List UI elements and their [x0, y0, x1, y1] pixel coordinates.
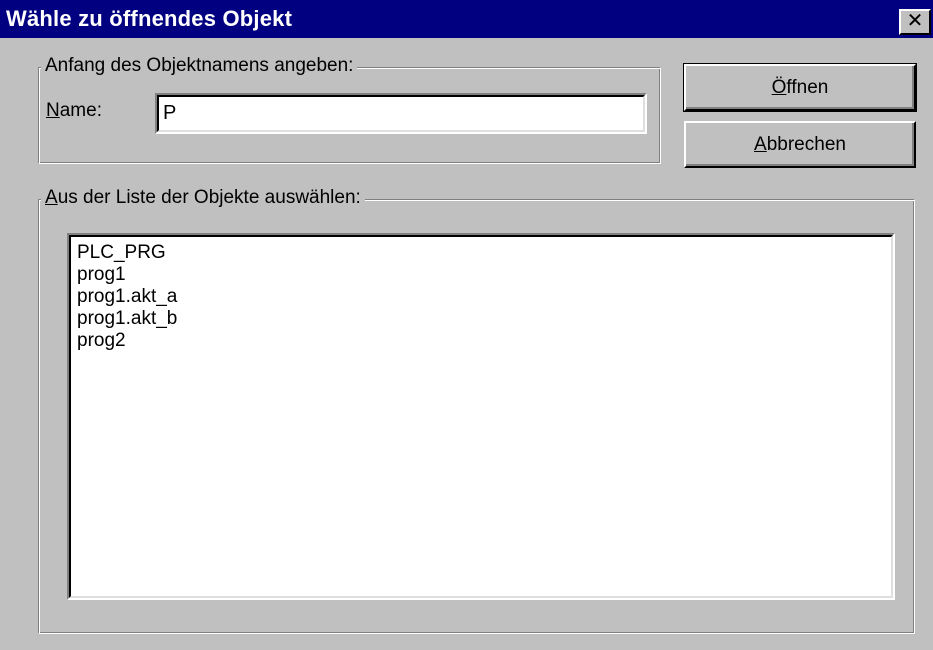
dialog-title: Wähle zu öffnendes Objekt — [6, 6, 293, 31]
name-label-mnemonic: N — [46, 100, 60, 121]
object-listbox[interactable]: PLC_PRG prog1 prog1.akt_a prog1.akt_b pr… — [67, 233, 895, 600]
list-legend-rest: us der Liste der Objekte auswählen: — [57, 187, 361, 208]
name-label: Name: — [46, 100, 102, 122]
close-icon: ✕ — [906, 10, 924, 32]
title-bar[interactable]: Wähle zu öffnendes Objekt ✕ — [0, 0, 933, 38]
open-button-mnemonic: Ö — [771, 77, 787, 98]
list-item[interactable]: prog1.akt_b — [77, 308, 177, 330]
cancel-button[interactable]: Abbrechen — [684, 121, 916, 168]
open-object-dialog: Wähle zu öffnendes Objekt ✕ Anfang des O… — [0, 0, 933, 650]
list-group-legend: Aus der Liste der Objekte auswählen: — [41, 187, 365, 209]
list-item[interactable]: PLC_PRG — [77, 242, 166, 264]
name-label-rest: ame: — [59, 100, 102, 121]
close-button[interactable]: ✕ — [899, 9, 931, 35]
cancel-button-mnemonic: A — [754, 134, 767, 155]
name-group-legend: Anfang des Objektnamens angeben: — [41, 55, 358, 77]
list-item[interactable]: prog1.akt_a — [77, 286, 177, 308]
name-input-frame — [155, 93, 647, 134]
list-item[interactable]: prog1 — [77, 264, 126, 286]
open-button[interactable]: Öffnen — [683, 63, 917, 112]
open-button-label: ffnen — [786, 77, 829, 98]
cancel-button-label: bbrechen — [766, 134, 846, 155]
list-legend-mnemonic: A — [45, 187, 58, 208]
list-item[interactable]: prog2 — [77, 330, 126, 352]
name-input[interactable] — [163, 100, 633, 126]
